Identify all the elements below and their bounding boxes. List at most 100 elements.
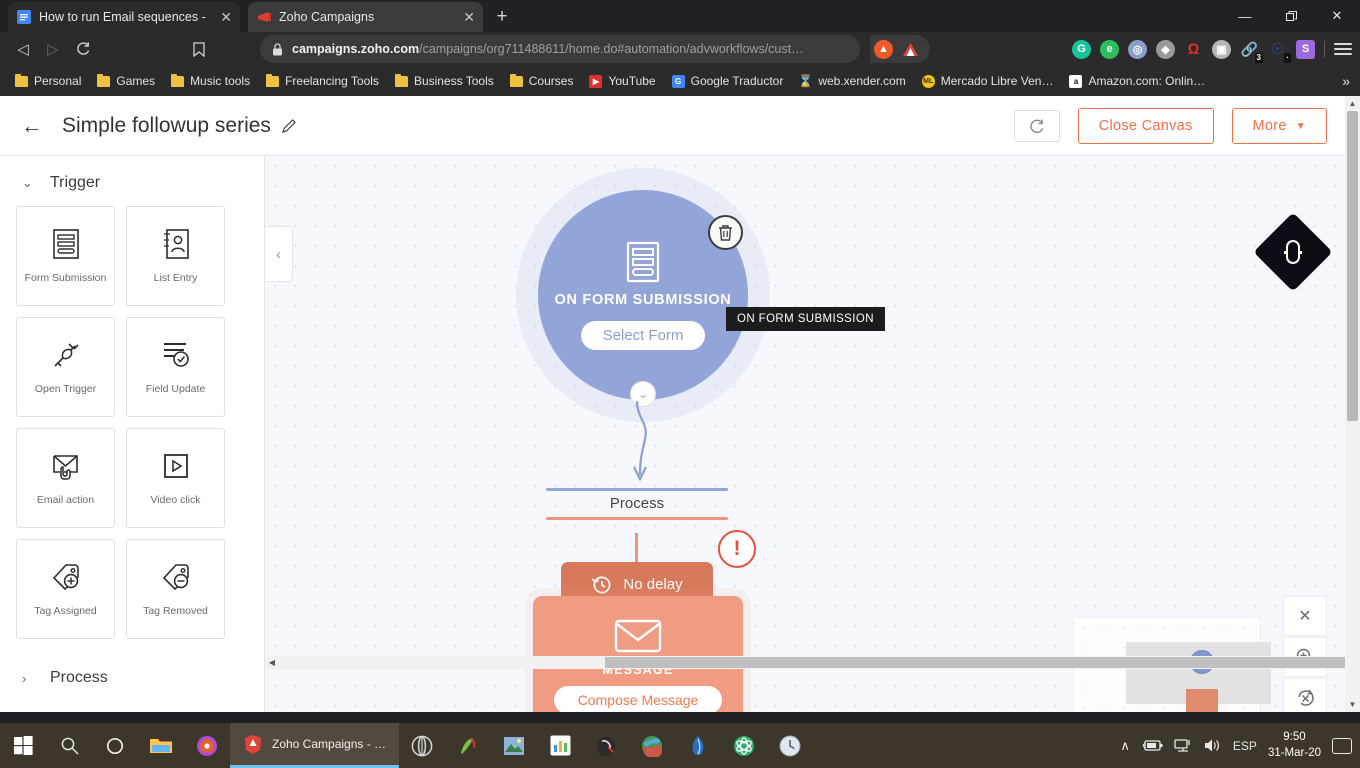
brave-shields-icon[interactable]: ▲ (874, 40, 893, 59)
trigger-card-tag-assigned[interactable]: Tag Assigned (16, 539, 115, 639)
taskbar-clock[interactable]: 9:50 31-Mar-20 (1268, 730, 1321, 761)
trigger-card-video-click[interactable]: Video click (126, 428, 225, 528)
guitar-taskbar-icon[interactable] (583, 723, 629, 768)
language-indicator[interactable]: ESP (1233, 739, 1257, 753)
wordpress-extension-icon[interactable]: ☉· (1268, 40, 1287, 59)
screenshot-extension-icon[interactable]: ▣ (1212, 40, 1231, 59)
bookmark-games[interactable]: Games (90, 71, 162, 91)
workflow-canvas[interactable]: ‹ ON FORM SUBMISSION Select Form ON FORM… (265, 156, 1345, 712)
notification-icon[interactable] (1332, 738, 1352, 754)
more-button[interactable]: More▼ (1232, 108, 1327, 144)
s-extension-icon[interactable]: S (1296, 40, 1315, 59)
wordpress-extension-badge: · (1284, 53, 1291, 63)
ghostery-extension-icon[interactable]: ◆ (1156, 40, 1175, 59)
node-tooltip: ON FORM SUBMISSION (726, 307, 885, 331)
message-node[interactable]: MESSAGE Compose Message (533, 596, 743, 712)
photos-taskbar-icon[interactable] (491, 723, 537, 768)
reset-zoom-icon[interactable] (1283, 678, 1327, 712)
bookmark-amazon[interactable]: aAmazon.com: Onlin… (1062, 71, 1212, 91)
sidebar-section-process[interactable]: › Process (0, 639, 264, 712)
warning-icon[interactable]: ! (718, 530, 756, 568)
volume-icon[interactable] (1203, 738, 1222, 753)
vertical-scroll-thumb[interactable] (1347, 111, 1358, 421)
horizontal-scrollbar[interactable]: ◀ ▶ (265, 656, 1345, 669)
end-workflow-node[interactable] (1253, 212, 1332, 291)
opera-extension-icon[interactable]: Ω (1184, 40, 1203, 59)
minimap-close-button[interactable]: ✕ (1283, 596, 1327, 636)
horizontal-scroll-thumb[interactable] (605, 657, 1345, 668)
vertical-scrollbar[interactable]: ▲ ▼ (1345, 96, 1360, 712)
brave-rewards-icon[interactable] (901, 40, 920, 59)
windows-start-icon[interactable] (0, 723, 46, 768)
blue-app-taskbar-icon[interactable] (675, 723, 721, 768)
bookmark-music-tools[interactable]: Music tools (164, 71, 257, 91)
bookmark-icon[interactable] (184, 34, 214, 64)
bookmark-label: YouTube (608, 74, 655, 88)
tray-chevron-icon[interactable]: ∧ (1120, 738, 1130, 754)
opera-taskbar-icon[interactable] (399, 723, 445, 768)
scroll-left-arrow[interactable]: ◀ (265, 656, 279, 669)
battery-icon[interactable] (1141, 739, 1163, 752)
bookmark-mercadolibre[interactable]: MLMercado Libre Ven… (915, 71, 1061, 91)
file-explorer-icon[interactable] (138, 723, 184, 768)
browser-tab-zoho[interactable]: Zoho Campaigns ✕ (248, 2, 483, 32)
sidebar-collapse-button[interactable]: ‹ (265, 226, 293, 282)
trigger-card-field-update[interactable]: Field Update (126, 317, 225, 417)
scroll-up-arrow[interactable]: ▲ (1345, 96, 1360, 111)
metamask-extension-icon[interactable]: ◎ (1128, 40, 1147, 59)
scroll-down-arrow[interactable]: ▼ (1345, 697, 1360, 712)
bookmarks-bar: Personal Games Music tools Freelancing T… (0, 66, 1360, 96)
spreadsheet-taskbar-icon[interactable] (537, 723, 583, 768)
bookmark-courses[interactable]: Courses (503, 71, 581, 91)
tab-close-icon[interactable]: ✕ (457, 10, 475, 24)
bookmark-business-tools[interactable]: Business Tools (388, 71, 501, 91)
delete-node-button[interactable] (708, 215, 743, 250)
bookmarks-overflow-button[interactable]: » (1342, 73, 1350, 89)
clock-date: 31-Mar-20 (1268, 747, 1321, 759)
bookmark-google-traductor[interactable]: GGoogle Traductor (665, 71, 791, 91)
google-docs-icon (16, 9, 32, 25)
page-title: Simple followup series (62, 114, 271, 138)
maximize-button[interactable] (1268, 0, 1314, 32)
bookmark-freelancing-tools[interactable]: Freelancing Tools (259, 71, 386, 91)
molecule-taskbar-icon[interactable] (721, 723, 767, 768)
trigger-card-form-submission[interactable]: Form Submission (16, 206, 115, 306)
clock-taskbar-icon[interactable] (767, 723, 813, 768)
grammarly-extension-icon[interactable]: G (1072, 40, 1091, 59)
paint-taskbar-icon[interactable] (445, 723, 491, 768)
browser-menu-icon[interactable] (1334, 43, 1352, 55)
trigger-card-open-trigger[interactable]: Open Trigger (16, 317, 115, 417)
taskbar-window-zoho-campaigns[interactable]: Zoho Campaigns - … (230, 723, 399, 768)
trigger-card-tag-removed[interactable]: Tag Removed (126, 539, 225, 639)
evernote-extension-icon[interactable]: e (1100, 40, 1119, 59)
trigger-card-list-entry[interactable]: List Entry (126, 206, 225, 306)
minimize-button[interactable]: — (1222, 0, 1268, 32)
forward-button[interactable]: ▷ (38, 34, 68, 64)
back-button[interactable]: ◁ (8, 34, 38, 64)
select-form-button[interactable]: Select Form (581, 321, 706, 350)
zoho-campaigns-icon (256, 9, 272, 25)
close-window-button[interactable]: ✕ (1314, 0, 1360, 32)
address-bar[interactable]: campaigns.zoho.com/campaigns/org71148861… (260, 35, 860, 63)
back-arrow-icon[interactable]: ← (18, 113, 46, 139)
bookmark-label: web.xender.com (818, 74, 905, 88)
cortana-icon[interactable] (92, 723, 138, 768)
maps-taskbar-icon[interactable] (629, 723, 675, 768)
bookmark-xender[interactable]: ⌛web.xender.com (792, 71, 912, 91)
bookmark-personal[interactable]: Personal (8, 71, 88, 91)
refresh-button[interactable] (1014, 110, 1060, 142)
link-extension-icon[interactable]: 🔗3 (1240, 40, 1259, 59)
search-icon[interactable] (46, 723, 92, 768)
compose-message-button[interactable]: Compose Message (554, 686, 723, 712)
reload-button[interactable] (68, 34, 98, 64)
trigger-card-email-action[interactable]: Email action (16, 428, 115, 528)
media-player-icon[interactable] (184, 723, 230, 768)
sidebar-section-trigger[interactable]: ⌄ Trigger (0, 156, 264, 206)
new-tab-button[interactable]: + (489, 4, 515, 30)
bookmark-youtube[interactable]: ▶YouTube (582, 71, 662, 91)
network-icon[interactable] (1174, 739, 1192, 753)
pencil-icon[interactable] (281, 117, 298, 134)
close-canvas-button[interactable]: Close Canvas (1078, 108, 1214, 144)
browser-tab-docs[interactable]: How to run Email sequences - Doc ✕ (8, 2, 240, 32)
tab-close-icon[interactable]: ✕ (214, 10, 232, 24)
